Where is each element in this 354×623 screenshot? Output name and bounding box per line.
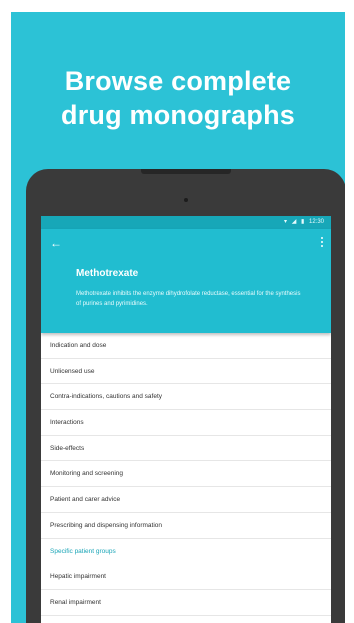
promo-headline: Browse complete drug monographs [11,64,345,132]
monograph-section-list: Indication and dose Unlicensed use Contr… [41,333,331,616]
wifi-icon: ▾ [284,219,288,225]
headline-line-2: drug monographs [61,100,295,130]
section-prescribing-info[interactable]: Prescribing and dispensing information [41,513,331,539]
signal-icon: ◢ [291,219,297,225]
section-unlicensed-use[interactable]: Unlicensed use [41,359,331,385]
section-monitoring[interactable]: Monitoring and screening [41,461,331,488]
section-hepatic-impairment[interactable]: Hepatic impairment [41,564,331,590]
drug-title: Methotrexate [76,268,139,279]
tablet-device: ▾ ◢ ▮ 12:30 ← Methotrexate Methotrexate … [26,169,345,623]
tablet-speaker [141,169,231,174]
promo-banner: Browse complete drug monographs ▾ ◢ ▮ 12… [11,12,345,623]
section-patient-advice[interactable]: Patient and carer advice [41,487,331,513]
status-time: 12:30 [308,219,324,225]
tablet-camera [184,198,188,202]
section-contra-indications[interactable]: Contra-indications, cautions and safety [41,384,331,411]
more-vert-icon[interactable] [320,237,324,247]
arrow-back-icon[interactable]: ← [50,237,62,249]
tablet-screen: ▾ ◢ ▮ 12:30 ← Methotrexate Methotrexate … [41,216,331,623]
app-bar: ← Methotrexate Methotrexate inhibits the… [41,229,331,333]
battery-icon: ▮ [301,219,305,225]
headline-line-1: Browse complete [64,66,292,96]
section-interactions[interactable]: Interactions [41,410,331,436]
section-renal-impairment[interactable]: Renal impairment [41,590,331,616]
section-indication-and-dose[interactable]: Indication and dose [41,333,331,359]
status-bar: ▾ ◢ ▮ 12:30 [41,216,331,229]
drug-description: Methotrexate inhibits the enzyme dihydro… [76,291,301,307]
group-header-specific-patient-groups: Specific patient groups [50,547,116,555]
section-side-effects[interactable]: Side-effects [41,436,331,462]
